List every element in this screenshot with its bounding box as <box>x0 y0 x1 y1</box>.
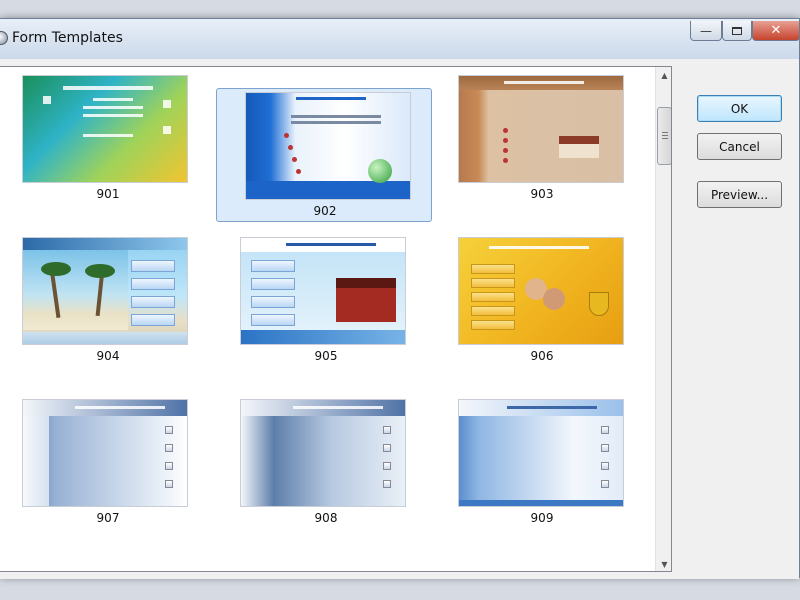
chevron-down-icon: ▼ <box>661 560 668 569</box>
template-thumbnail-905 <box>240 237 406 345</box>
template-item-901[interactable]: 901 <box>0 71 216 207</box>
template-label: 904 <box>96 349 120 363</box>
chevron-up-icon: ▲ <box>661 71 668 80</box>
template-label: 901 <box>96 187 120 201</box>
template-item-906[interactable]: 906 <box>434 233 650 369</box>
template-thumbnail-907 <box>22 399 188 507</box>
template-item-909[interactable]: 909 <box>434 395 650 531</box>
preview-button[interactable]: Preview... <box>697 181 782 208</box>
template-label: 902 <box>313 204 337 218</box>
template-label: 905 <box>314 349 338 363</box>
template-thumbnail-909 <box>458 399 624 507</box>
template-item-907[interactable]: 907 <box>0 395 216 531</box>
dialog-body: 901 902 903 904 905 906 907 908 909 ▲ ▼ … <box>0 59 799 579</box>
template-thumbnail-902 <box>245 92 411 200</box>
template-thumbnail-908 <box>240 399 406 507</box>
template-thumbnail-904 <box>22 237 188 345</box>
vertical-scrollbar[interactable]: ▲ ▼ <box>655 67 671 571</box>
cancel-button[interactable]: Cancel <box>697 133 782 160</box>
template-item-904[interactable]: 904 <box>0 233 216 369</box>
app-icon <box>0 31 8 45</box>
title-bar[interactable]: Form Templates — ✕ <box>0 19 800 59</box>
template-label: 907 <box>96 511 120 525</box>
form-templates-dialog: Form Templates — ✕ 901 902 903 904 905 9… <box>0 18 800 579</box>
template-list[interactable]: 901 902 903 904 905 906 907 908 909 ▲ ▼ <box>0 66 672 572</box>
template-label: 906 <box>530 349 554 363</box>
template-thumbnail-906 <box>458 237 624 345</box>
template-label: 908 <box>314 511 338 525</box>
close-icon: ✕ <box>770 23 782 38</box>
template-thumbnail-903 <box>458 75 624 183</box>
ok-button[interactable]: OK <box>697 95 782 122</box>
minimize-button[interactable]: — <box>690 21 722 41</box>
maximize-button[interactable] <box>722 21 752 41</box>
template-thumbnail-901 <box>22 75 188 183</box>
template-item-908[interactable]: 908 <box>218 395 434 531</box>
maximize-icon <box>732 26 742 35</box>
scrollbar-thumb[interactable] <box>657 107 671 165</box>
scroll-up-button[interactable]: ▲ <box>656 67 671 84</box>
template-item-902[interactable]: 902 <box>216 88 432 222</box>
window-title: Form Templates <box>12 30 123 46</box>
minimize-icon: — <box>700 23 712 38</box>
template-label: 909 <box>530 511 554 525</box>
close-button[interactable]: ✕ <box>752 21 800 41</box>
scroll-down-button[interactable]: ▼ <box>656 556 671 571</box>
template-item-903[interactable]: 903 <box>434 71 650 207</box>
template-item-905[interactable]: 905 <box>218 233 434 369</box>
template-label: 903 <box>530 187 554 201</box>
